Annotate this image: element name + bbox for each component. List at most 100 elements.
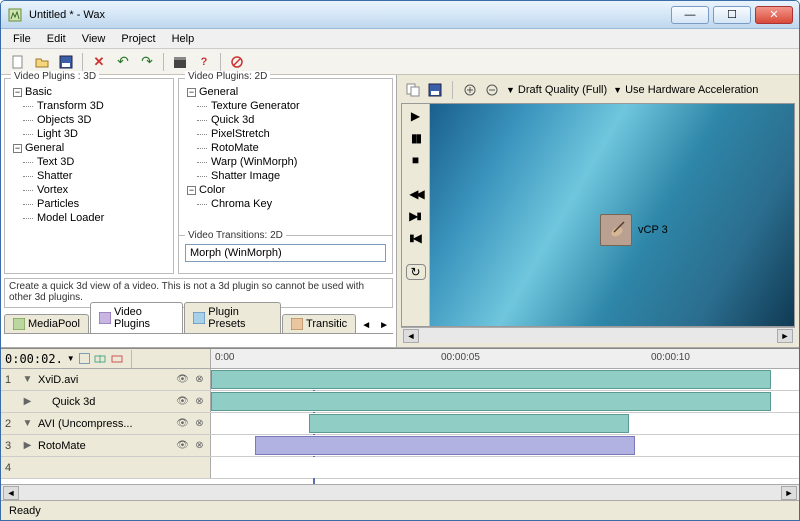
tab-mediapool[interactable]: MediaPool xyxy=(4,314,89,333)
track-name[interactable]: Quick 3d xyxy=(52,396,172,408)
copy-icon[interactable] xyxy=(405,82,421,98)
track-delete-icon[interactable]: ⊗ xyxy=(193,373,206,386)
menu-edit[interactable]: Edit xyxy=(41,31,72,47)
track-delete-icon[interactable]: ⊗ xyxy=(193,395,206,408)
preview-canvas[interactable]: vCP 3 xyxy=(430,104,794,326)
track-delete-icon[interactable]: ⊗ xyxy=(193,439,206,452)
plugin-item[interactable]: Shatter xyxy=(37,169,169,183)
track-visible-icon[interactable]: 👁 xyxy=(176,439,189,452)
plugin-item[interactable]: Text 3D xyxy=(37,155,169,169)
track-lane[interactable] xyxy=(211,457,799,478)
rewind-icon[interactable]: ◀◀ xyxy=(407,186,425,202)
track-expand-icon[interactable]: ▶ xyxy=(21,395,34,408)
undo-button[interactable]: ↶ xyxy=(112,51,134,73)
plugin-item[interactable]: Texture Generator xyxy=(211,99,388,113)
track-visible-icon[interactable]: 👁 xyxy=(176,395,189,408)
stop-icon[interactable]: ■ xyxy=(407,152,425,168)
save-button[interactable] xyxy=(55,51,77,73)
track-lane[interactable] xyxy=(211,435,799,456)
pause-icon[interactable]: ▮▮ xyxy=(407,130,425,146)
track-delete-icon[interactable]: ⊗ xyxy=(193,417,206,430)
plugin-item[interactable]: Model Loader xyxy=(37,211,169,225)
expander-icon[interactable]: − xyxy=(187,186,196,195)
help-button[interactable]: ? xyxy=(193,51,215,73)
track-lane[interactable] xyxy=(211,391,799,412)
tab-pluginpresets[interactable]: Plugin Presets xyxy=(184,302,281,333)
expander-icon[interactable]: − xyxy=(13,144,22,153)
plugin-item[interactable]: Particles xyxy=(37,197,169,211)
loop-icon[interactable]: ↻ xyxy=(406,264,426,280)
track-visible-icon[interactable]: 👁 xyxy=(176,373,189,386)
time-ruler[interactable]: 0:00 00:00:05 00:00:10 xyxy=(211,349,799,368)
tab-transitions[interactable]: Transitic xyxy=(282,314,356,333)
new-button[interactable] xyxy=(7,51,29,73)
timeline-hscroll[interactable]: ◄ ► xyxy=(1,484,799,500)
zoom-out-icon[interactable] xyxy=(484,82,500,98)
maximize-button[interactable]: ☐ xyxy=(713,6,751,24)
zoom-in-icon[interactable] xyxy=(462,82,478,98)
preview-clip[interactable]: vCP 3 xyxy=(600,214,668,246)
open-button[interactable] xyxy=(31,51,53,73)
close-button[interactable]: ✕ xyxy=(755,6,793,24)
cancel-button[interactable] xyxy=(226,51,248,73)
track-name[interactable]: AVI (Uncompress... xyxy=(38,418,172,430)
plugin-item[interactable]: Light 3D xyxy=(37,127,169,141)
plugin-item[interactable]: RotoMate xyxy=(211,141,388,155)
timeline-clip[interactable] xyxy=(309,414,629,433)
delete-button[interactable]: ✕ xyxy=(88,51,110,73)
save-frame-icon[interactable] xyxy=(427,82,443,98)
redo-button[interactable]: ↷ xyxy=(136,51,158,73)
plugin-item[interactable]: Shatter Image xyxy=(211,169,388,183)
track-lane[interactable] xyxy=(211,413,799,434)
menu-file[interactable]: File xyxy=(7,31,37,47)
timeline-clip[interactable] xyxy=(255,436,635,455)
tree-group[interactable]: Basic xyxy=(25,86,52,98)
track-visible-icon[interactable]: 👁 xyxy=(176,417,189,430)
expander-icon[interactable]: − xyxy=(187,88,196,97)
track-expand-icon[interactable]: ▼ xyxy=(21,417,34,430)
track-name[interactable]: RotoMate xyxy=(38,440,172,452)
plugin-item[interactable]: Warp (WinMorph) xyxy=(211,155,388,169)
zoom-out-timeline-icon[interactable] xyxy=(111,352,124,365)
timecode-dropdown-icon[interactable]: ▼ xyxy=(67,354,75,363)
quality-dropdown[interactable]: ▼ Draft Quality (Full) xyxy=(506,84,607,96)
minimize-button[interactable]: — xyxy=(671,6,709,24)
track-lane[interactable] xyxy=(211,369,799,390)
step-back-icon[interactable]: ▮◀ xyxy=(407,230,425,246)
tree-group[interactable]: General xyxy=(199,86,238,98)
clapper-button[interactable] xyxy=(169,51,191,73)
plugin-item[interactable]: Vortex xyxy=(37,183,169,197)
track-name[interactable]: XviD.avi xyxy=(38,374,172,386)
track-expand-icon[interactable]: ▶ xyxy=(21,439,34,452)
timecode[interactable]: 0:00:02. xyxy=(5,352,63,366)
tree-group[interactable]: Color xyxy=(199,184,225,196)
menu-help[interactable]: Help xyxy=(166,31,201,47)
timeline-clip[interactable] xyxy=(211,370,771,389)
expander-icon[interactable]: − xyxy=(13,88,22,97)
transition-selected[interactable]: Morph (WinMorph) xyxy=(185,244,386,262)
tree-group[interactable]: General xyxy=(25,142,64,154)
menu-project[interactable]: Project xyxy=(115,31,161,47)
plugin-item[interactable]: Quick 3d xyxy=(211,113,388,127)
plugin-item[interactable]: Chroma Key xyxy=(211,197,388,211)
plugin-item[interactable]: Objects 3D xyxy=(37,113,169,127)
plugin-item[interactable]: PixelStretch xyxy=(211,127,388,141)
menu-view[interactable]: View xyxy=(76,31,112,47)
tl-scroll-left-icon[interactable]: ◄ xyxy=(3,486,19,500)
tab-scroll-left[interactable]: ◄ xyxy=(357,318,375,333)
tab-videoplugins[interactable]: Video Plugins xyxy=(90,302,183,333)
zoom-in-timeline-icon[interactable] xyxy=(94,352,107,365)
plugins-3d-tree[interactable]: −BasicTransform 3DObjects 3DLight 3D−Gen… xyxy=(5,79,173,273)
scroll-right-icon[interactable]: ► xyxy=(777,329,793,343)
hw-accel-dropdown[interactable]: ▼ Use Hardware Acceleration xyxy=(613,84,758,96)
track-toggle-a[interactable] xyxy=(79,353,90,364)
plugins-2d-tree[interactable]: −GeneralTexture GeneratorQuick 3dPixelSt… xyxy=(179,79,392,235)
tab-scroll-right[interactable]: ► xyxy=(375,318,393,333)
preview-hscroll[interactable]: ◄ ► xyxy=(401,327,795,343)
step-fwd-icon[interactable]: ▶▮ xyxy=(407,208,425,224)
scroll-left-icon[interactable]: ◄ xyxy=(403,329,419,343)
play-icon[interactable]: ▶ xyxy=(407,108,425,124)
plugin-item[interactable]: Transform 3D xyxy=(37,99,169,113)
track-expand-icon[interactable]: ▼ xyxy=(21,373,34,386)
tl-scroll-right-icon[interactable]: ► xyxy=(781,486,797,500)
